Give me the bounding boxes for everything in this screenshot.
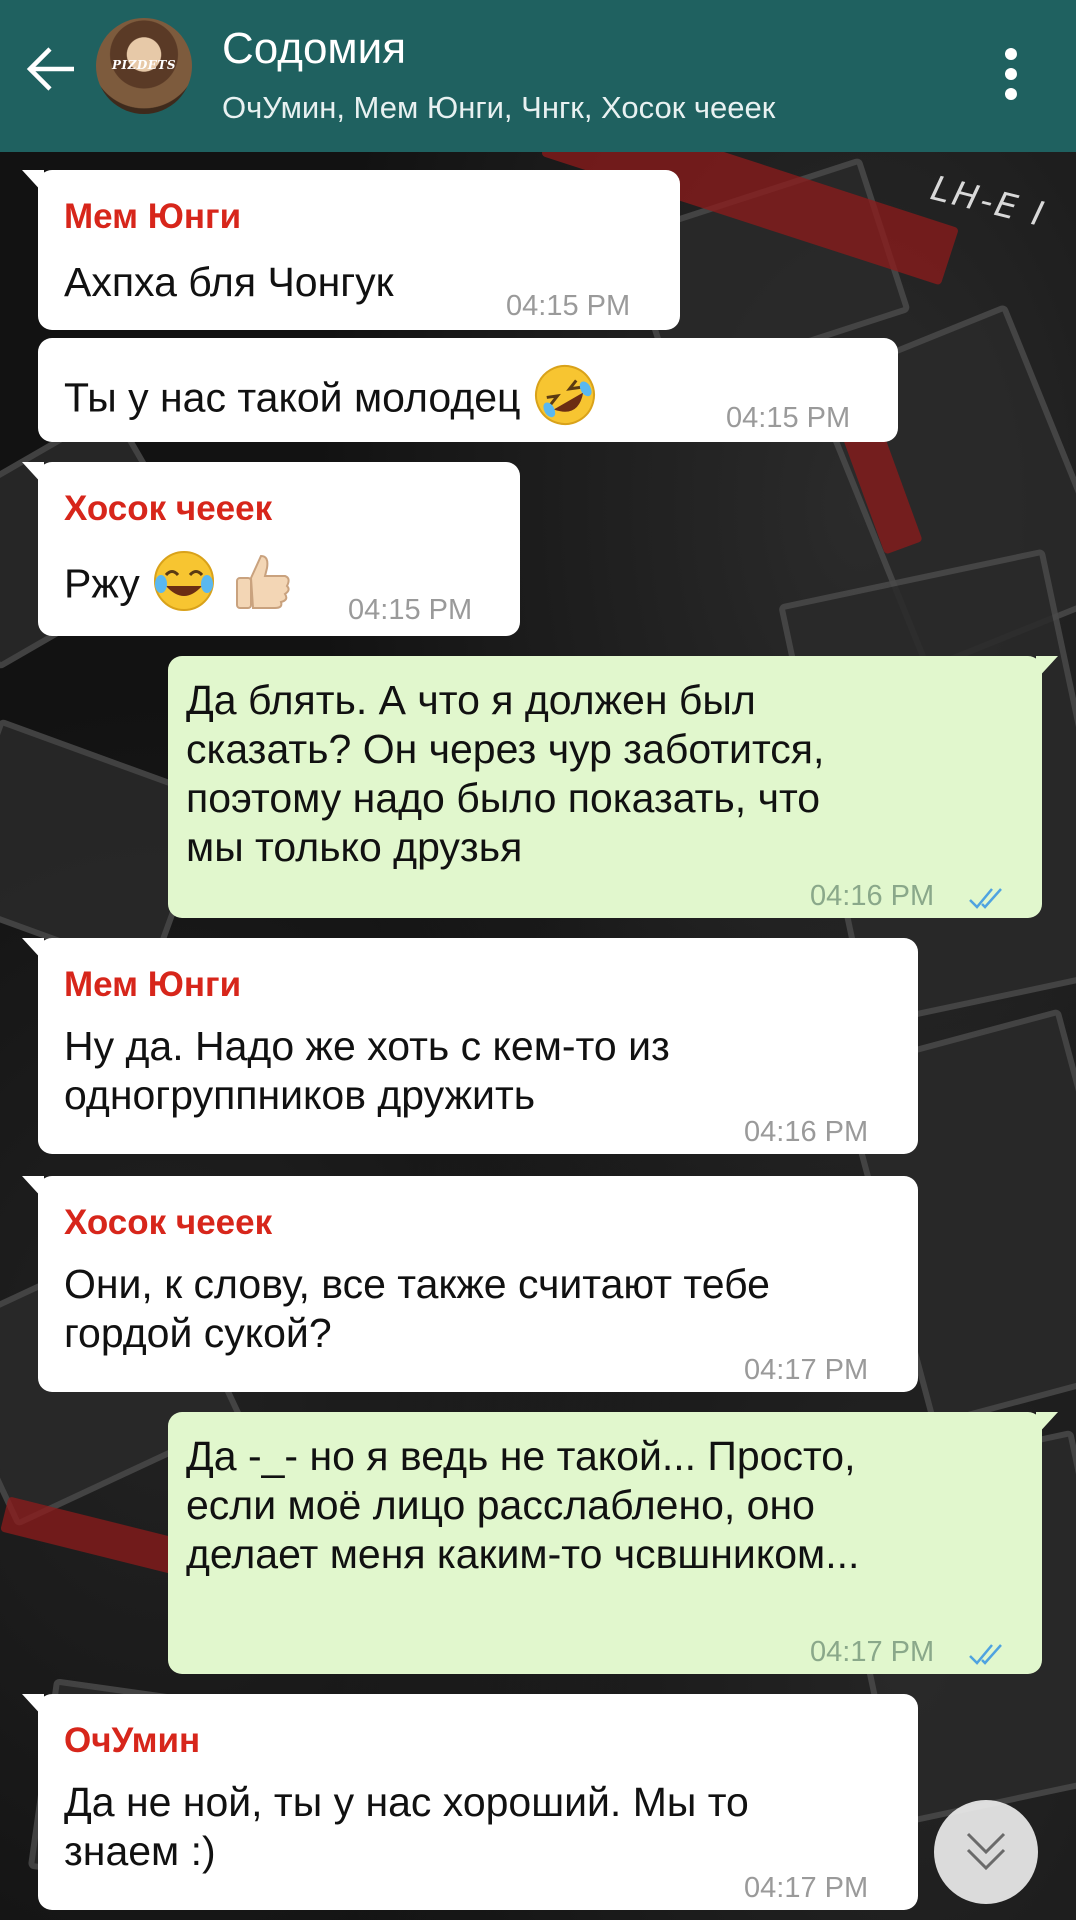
message-text: Да -_- но я ведь не такой... Просто, bbox=[186, 1433, 856, 1479]
message-bubble[interactable]: Ты у нас такой молодец 04:15 PM bbox=[38, 338, 898, 442]
group-avatar[interactable]: PIZDETS bbox=[96, 18, 192, 114]
group-title[interactable]: Содомия bbox=[222, 24, 406, 74]
message-line: Ты у нас такой молодец bbox=[64, 374, 521, 421]
message-text: Ржу bbox=[64, 548, 295, 625]
message-time: 04:15 PM bbox=[348, 594, 473, 626]
message-text: поэтому надо было показать, что bbox=[186, 775, 821, 821]
avatar-label: PIZDETS bbox=[111, 58, 177, 72]
message-sender: Хосок чееек bbox=[64, 1203, 273, 1242]
message-text: Да блять. А что я должен был bbox=[186, 677, 756, 723]
message-text: делает меня каким-то чсвшником... bbox=[186, 1531, 860, 1577]
message-bubble[interactable]: Хосок чееек Ржу 04:15 PM bbox=[22, 462, 520, 636]
more-options-icon[interactable] bbox=[996, 44, 1026, 104]
double-chevron-down-icon bbox=[966, 1832, 1006, 1871]
message-sender: ОчУмин bbox=[64, 1721, 201, 1760]
message-bubble[interactable]: ОчУмин Да не ной, ты у нас хороший. Мы т… bbox=[22, 1694, 918, 1910]
message-text: Ты у нас такой молодец bbox=[64, 362, 598, 439]
message-time: 04:15 PM bbox=[726, 402, 851, 434]
message-text: Они, к слову, все также считают тебе bbox=[64, 1261, 770, 1307]
message-text: Ну да. Надо же хоть с кем-то из bbox=[64, 1023, 670, 1069]
message-text: одногруппников дружить bbox=[64, 1072, 536, 1118]
message-time: 04:17 PM bbox=[810, 1636, 935, 1668]
message-sender: Мем Юнги bbox=[64, 197, 242, 236]
message-bubble[interactable]: Мем Юнги Ну да. Надо же хоть с кем-то из… bbox=[22, 938, 918, 1154]
message-text: гордой сукой? bbox=[64, 1310, 332, 1356]
message-bubble[interactable]: Да -_- но я ведь не такой... Просто, есл… bbox=[168, 1412, 1058, 1674]
message-text: знаем :) bbox=[64, 1828, 216, 1874]
tears-of-joy-emoji-icon bbox=[151, 548, 217, 625]
message-line: Ржу bbox=[64, 560, 140, 607]
scroll-to-bottom-button[interactable] bbox=[934, 1800, 1038, 1904]
rolling-on-floor-laughing-emoji-icon bbox=[532, 362, 598, 439]
message-time: 04:17 PM bbox=[744, 1354, 869, 1386]
message-time: 04:15 PM bbox=[506, 290, 631, 322]
read-receipt-icon bbox=[968, 1630, 1008, 1665]
message-text: Ахпха бля Чонгук bbox=[64, 259, 394, 305]
message-text: мы только друзья bbox=[186, 824, 523, 870]
thumbs-up-emoji-icon bbox=[229, 548, 295, 625]
back-arrow-icon[interactable] bbox=[22, 40, 80, 98]
message-bubble[interactable]: Хосок чееек Они, к слову, все также счит… bbox=[22, 1176, 918, 1392]
read-receipt-icon bbox=[968, 874, 1008, 909]
message-time: 04:17 PM bbox=[744, 1872, 869, 1904]
message-time: 04:16 PM bbox=[744, 1116, 869, 1148]
message-text: сказать? Он через чур заботится, bbox=[186, 726, 825, 772]
message-sender: Мем Юнги bbox=[64, 965, 242, 1004]
message-text: если моё лицо расслаблено, оно bbox=[186, 1482, 815, 1528]
message-sender: Хосок чееек bbox=[64, 489, 273, 528]
message-time: 04:16 PM bbox=[810, 880, 935, 912]
chat-header: PIZDETS Содомия ОчУмин, Мем Юнги, Чнгк, … bbox=[0, 0, 1076, 152]
message-bubble[interactable]: Мем Юнги Ахпха бля Чонгук 04:15 PM bbox=[22, 170, 680, 330]
message-bubble[interactable]: Да блять. А что я должен был сказать? Он… bbox=[168, 656, 1058, 918]
group-members[interactable]: ОчУмин, Мем Юнги, Чнгк, Хосок чееек bbox=[222, 90, 775, 126]
message-text: Да не ной, ты у нас хороший. Мы то bbox=[64, 1779, 749, 1825]
